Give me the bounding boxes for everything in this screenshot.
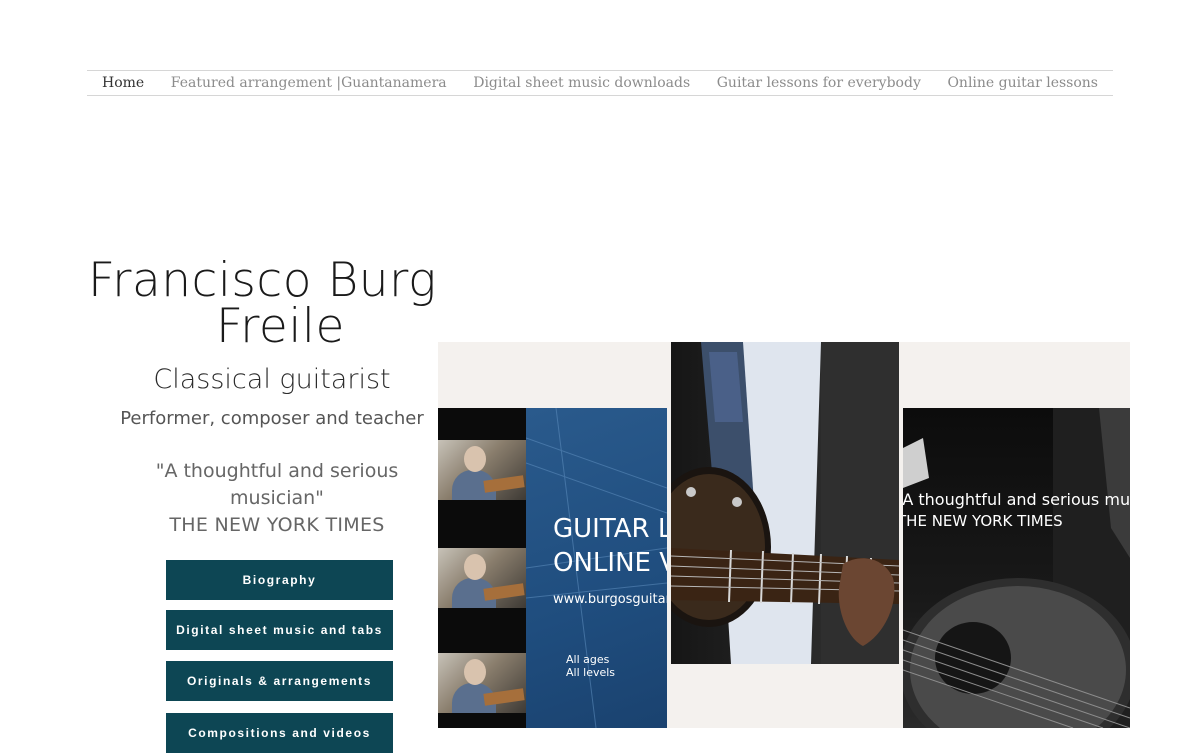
compositions-button[interactable]: Compositions and videos xyxy=(166,713,393,753)
main-nav: Home Featured arrangement |Guantanamera … xyxy=(87,70,1113,96)
video-thumbnail xyxy=(438,653,526,713)
press-quote-text: "A thoughtful and serious musician" xyxy=(155,460,399,509)
lesson-card-title-line1: GUITAR LESSONS xyxy=(553,514,667,544)
nav-item-sheet-music[interactable]: Digital sheet music downloads xyxy=(473,75,690,91)
collage-quote-text: "A thoughtful and serious musician" xyxy=(903,490,1130,509)
lesson-card-url: www.burgosguitar.com xyxy=(553,592,667,607)
lesson-card-title: GUITAR LESSONS ONLINE VIA SKYPE xyxy=(553,512,667,580)
hero-collage-image: GUITAR LESSONS ONLINE VIA SKYPE www.burg… xyxy=(438,342,1130,728)
lesson-card: GUITAR LESSONS ONLINE VIA SKYPE www.burg… xyxy=(526,408,667,728)
page-title: Francisco Burgos Freile xyxy=(88,258,440,354)
lesson-ad-panel: GUITAR LESSONS ONLINE VIA SKYPE www.burg… xyxy=(438,408,667,728)
collage-quote-source: THE NEW YORK TIMES xyxy=(903,512,1063,530)
levels-levels: All levels xyxy=(566,666,616,679)
sheet-music-button[interactable]: Digital sheet music and tabs xyxy=(166,610,393,650)
nav-item-home[interactable]: Home xyxy=(102,75,144,91)
video-thumbnail xyxy=(438,440,526,500)
lesson-card-title-line2: ONLINE VIA SKYPE xyxy=(553,548,667,578)
page-title-line2: Freile xyxy=(216,299,345,354)
hero-subtitle: Classical guitarist xyxy=(153,364,391,395)
guitarist-photo-panel xyxy=(671,342,899,664)
biography-button[interactable]: Biography xyxy=(166,560,393,600)
levels-ages: All ages xyxy=(566,653,610,666)
nav-item-online-lessons[interactable]: Online guitar lessons xyxy=(947,75,1098,91)
press-quote: "A thoughtful and serious musician" THE … xyxy=(142,458,412,539)
video-thumbnail xyxy=(438,548,526,608)
press-quote-source: THE NEW YORK TIMES xyxy=(169,514,385,536)
lesson-card-levels: All ages All levels xyxy=(566,653,615,679)
nav-item-guitar-lessons[interactable]: Guitar lessons for everybody xyxy=(717,75,921,91)
classical-guitar-graphic xyxy=(903,408,1130,728)
quote-photo-panel: "A thoughtful and serious musician" THE … xyxy=(903,408,1130,728)
originals-button[interactable]: Originals & arrangements xyxy=(166,661,393,701)
nav-item-featured-arrangement[interactable]: Featured arrangement |Guantanamera xyxy=(171,75,447,91)
video-thumbnails xyxy=(438,408,526,728)
guitarist-photo-graphic xyxy=(671,342,899,664)
hero-tagline: Performer, composer and teacher xyxy=(120,408,424,429)
